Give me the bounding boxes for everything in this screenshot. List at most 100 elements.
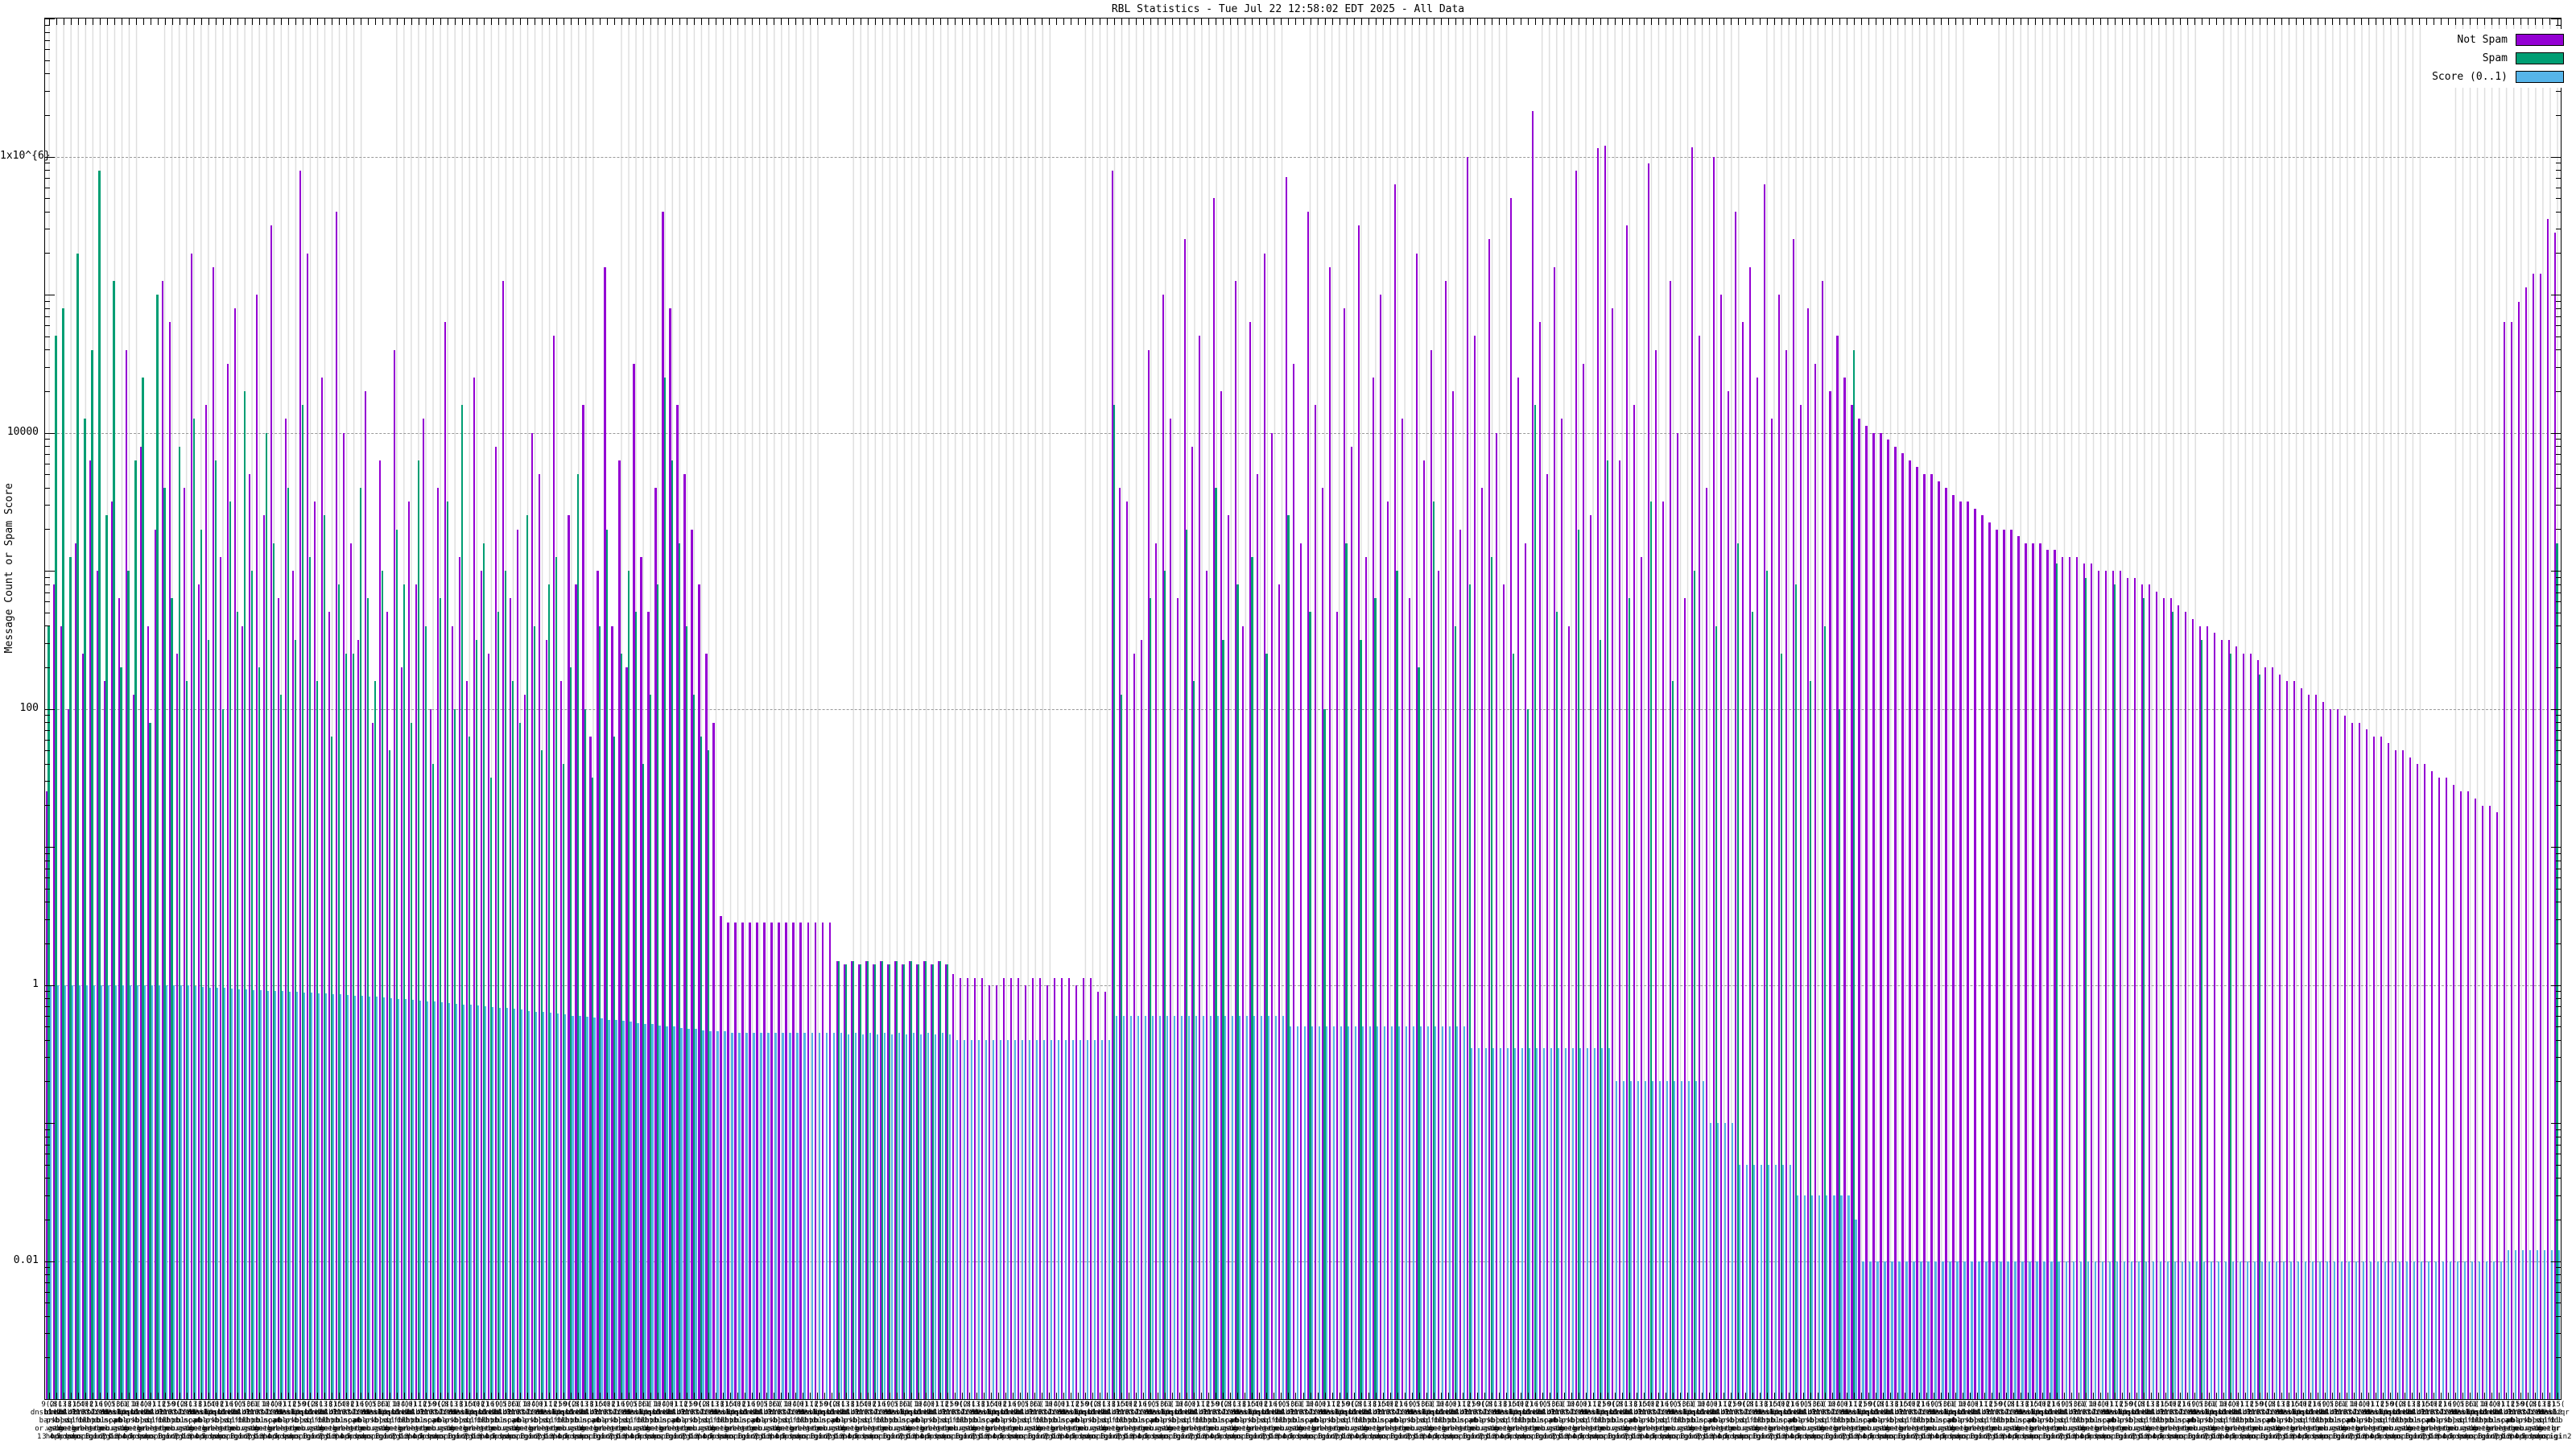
bar-notspam xyxy=(2126,577,2128,1399)
y-tick-right xyxy=(2556,1057,2561,1059)
y-tick-left xyxy=(45,1261,55,1262)
x-tick-bottom xyxy=(2107,1393,2109,1399)
y-tick-left xyxy=(45,642,50,644)
x-tick-top xyxy=(1715,19,1717,25)
x-tick-top xyxy=(490,19,492,25)
x-tick-bottom xyxy=(1853,1393,1855,1399)
bar-score xyxy=(2246,1261,2248,1399)
bar-score xyxy=(1681,1081,1683,1399)
bar-score xyxy=(2123,1261,2125,1399)
x-tick-bottom xyxy=(577,1393,579,1399)
x-tick-bottom xyxy=(208,1393,209,1399)
bar-notspam xyxy=(1546,473,1549,1399)
x-tick-bottom xyxy=(2499,1393,2500,1399)
bar-score xyxy=(535,1011,538,1399)
y-tick-right xyxy=(2556,991,2561,993)
x-tick-top xyxy=(1230,19,1232,25)
x-tick-bottom xyxy=(1643,1393,1645,1399)
x-tick-top xyxy=(1657,19,1659,25)
y-tick-left xyxy=(45,943,50,944)
x-tick-bottom xyxy=(1397,1393,1398,1399)
x-tick-bottom xyxy=(316,1393,318,1399)
bar-notspam xyxy=(2358,722,2360,1399)
x-tick-bottom xyxy=(1563,1393,1565,1399)
y-tick-left xyxy=(45,1274,50,1276)
y-tick-left xyxy=(45,739,50,741)
x-tick-top xyxy=(1853,19,1855,25)
x-tick-top xyxy=(1063,19,1065,25)
x-tick-top xyxy=(1542,19,1543,25)
bar-notspam xyxy=(1401,419,1404,1399)
x-tick-top xyxy=(1737,19,1739,25)
bar-notspam xyxy=(1125,502,1128,1399)
x-tick-top xyxy=(367,19,369,25)
x-tick-bottom xyxy=(1788,1393,1790,1399)
x-tick-top xyxy=(1201,19,1203,25)
x-tick-top xyxy=(1744,19,1746,25)
x-tick-bottom xyxy=(1266,1393,1268,1399)
x-tick-bottom xyxy=(1839,1393,1840,1399)
bar-score xyxy=(956,1039,958,1399)
bar-score xyxy=(289,992,291,1399)
bar-notspam xyxy=(2090,564,2092,1399)
bar-notspam xyxy=(1133,653,1135,1399)
x-tick-bottom xyxy=(737,1393,739,1399)
bar-score xyxy=(2297,1261,2299,1399)
y-tick-right xyxy=(2556,715,2561,716)
x-tick-top xyxy=(664,19,666,25)
x-tick-top xyxy=(244,19,246,25)
y-tick-right xyxy=(2556,1195,2561,1196)
y-tick-right xyxy=(2556,474,2561,476)
bar-notspam xyxy=(1865,425,1868,1399)
x-tick-bottom xyxy=(2122,1393,2124,1399)
bar-notspam xyxy=(2430,770,2433,1399)
y-tick-left xyxy=(45,919,50,920)
y-tick-right xyxy=(2556,211,2561,213)
bar-score xyxy=(1340,1026,1343,1399)
bar-notspam xyxy=(1060,977,1063,1399)
x-tick-bottom xyxy=(1571,1393,1572,1399)
bar-notspam xyxy=(1481,488,1484,1399)
bar-score xyxy=(1216,1015,1219,1399)
bar-score xyxy=(354,995,357,1399)
x-tick-bottom xyxy=(106,1393,108,1399)
bar-notspam xyxy=(2264,667,2266,1399)
bar-score xyxy=(2434,1261,2437,1399)
x-tick-bottom xyxy=(512,1393,514,1399)
bar-notspam xyxy=(1002,977,1005,1399)
bar-score xyxy=(1913,1261,1915,1399)
x-tick-top xyxy=(1752,19,1753,25)
y-tick-right xyxy=(2556,1015,2561,1017)
x-tick-bottom xyxy=(2115,1393,2116,1399)
y-tick-left xyxy=(45,114,50,116)
x-tick-bottom xyxy=(2281,1393,2283,1399)
bar-score xyxy=(2550,1249,2553,1399)
bar-score xyxy=(1847,1195,1850,1399)
x-tick-top xyxy=(164,19,166,25)
bar-notspam xyxy=(1988,522,1991,1399)
x-tick-bottom xyxy=(759,1393,761,1399)
x-tick-bottom xyxy=(1941,1393,1942,1399)
bar-score xyxy=(253,989,255,1399)
bar-score xyxy=(1587,1047,1589,1399)
x-tick-bottom xyxy=(955,1393,956,1399)
bar-score xyxy=(1992,1261,1995,1399)
x-tick-bottom xyxy=(2042,1393,2044,1399)
x-tick-top xyxy=(237,19,238,25)
x-tick-bottom xyxy=(1672,1393,1674,1399)
x-tick-top xyxy=(2071,19,2073,25)
bar-notspam xyxy=(2481,805,2484,1399)
x-tick-top xyxy=(1404,19,1406,25)
y-tick-right xyxy=(2556,763,2561,765)
y-tick-right xyxy=(2551,156,2561,158)
x-tick-bottom xyxy=(309,1393,311,1399)
x-tick-top xyxy=(2506,19,2508,25)
x-tick-bottom xyxy=(353,1393,354,1399)
bar-score xyxy=(2485,1261,2488,1399)
bar-notspam xyxy=(727,923,729,1399)
x-tick-bottom xyxy=(1679,1393,1681,1399)
x-tick-top xyxy=(1527,19,1529,25)
y-tick-left xyxy=(45,1399,55,1400)
bar-score xyxy=(2036,1261,2038,1399)
x-tick-top xyxy=(1020,19,1022,25)
